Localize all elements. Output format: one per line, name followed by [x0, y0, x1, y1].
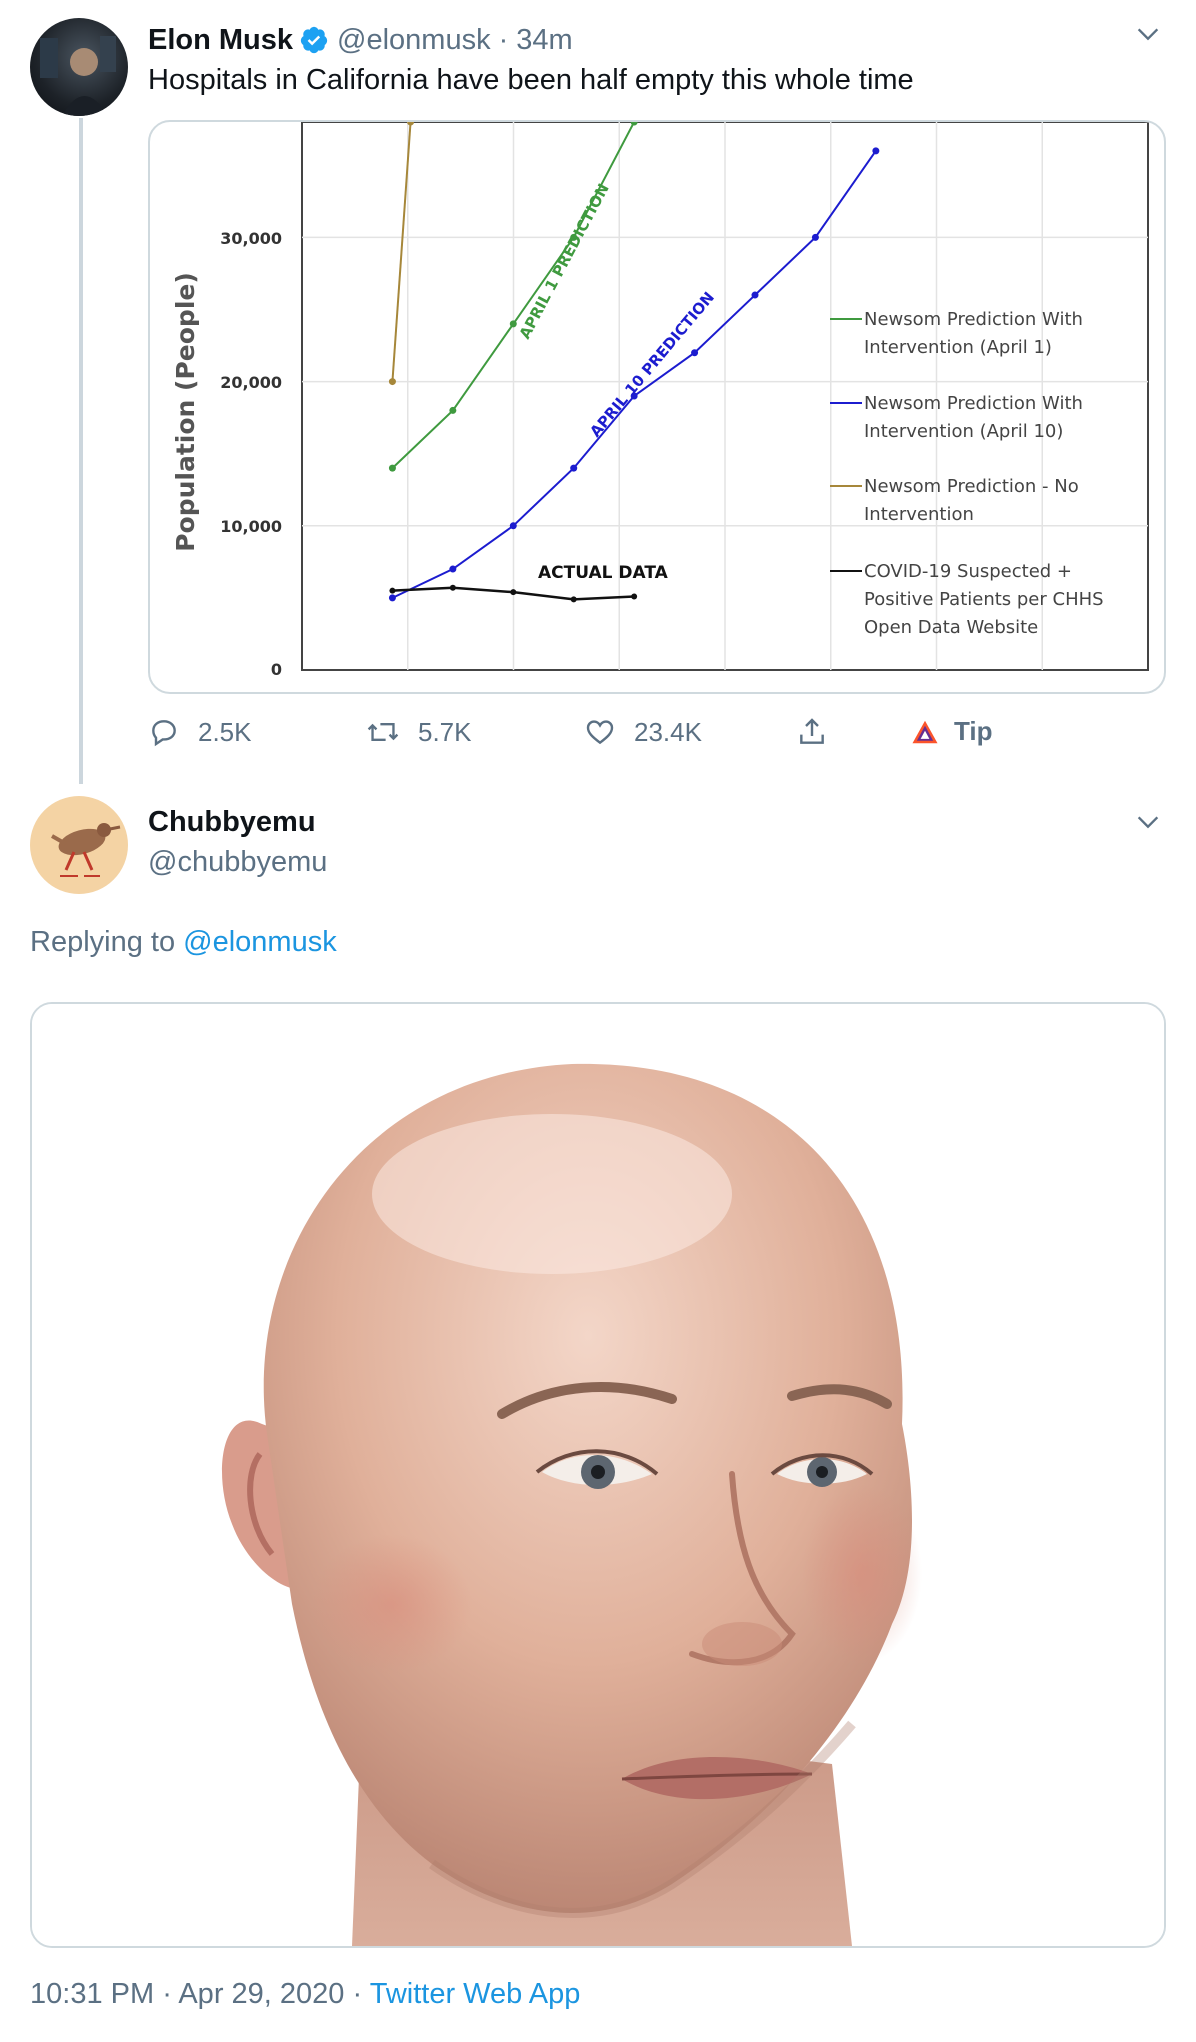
face-render-image [32, 1004, 1164, 1946]
thread-connector-line [79, 118, 83, 784]
data-point-actual [510, 589, 517, 596]
y-tick-labels: 0 10,000 20,000 30,000 [220, 229, 282, 679]
data-point-april10 [691, 349, 699, 357]
reply-button[interactable]: 2.5K [148, 716, 252, 748]
data-point-april10 [751, 291, 759, 299]
y-axis-label: Population (People) [171, 272, 200, 552]
data-point-actual [570, 596, 577, 603]
verified-badge-icon [299, 25, 329, 55]
tip-button[interactable]: Tip [910, 716, 993, 747]
data-point-april10 [449, 565, 457, 573]
like-button[interactable]: 23.4K [584, 716, 702, 748]
avatar-image [40, 36, 116, 116]
data-point-april1 [509, 320, 517, 328]
reply-author-handle[interactable]: @chubbyemu [148, 846, 327, 879]
tweet-footer: 10:31 PM · Apr 29, 2020 · Twitter Web Ap… [30, 1978, 580, 2011]
retweet-button[interactable]: 5.7K [366, 716, 472, 748]
footer-date[interactable]: Apr 29, 2020 [178, 1978, 344, 2010]
avatar-elonmusk[interactable] [30, 18, 128, 116]
data-point-april10 [872, 147, 880, 155]
replying-to: Replying to @elonmusk [30, 926, 337, 959]
tweet-media-chart[interactable]: 0 10,000 20,000 30,000 Population (Peopl… [148, 120, 1166, 694]
reply-count: 2.5K [198, 716, 252, 747]
data-point-actual [631, 593, 638, 600]
tweet-header: Elon Musk @elonmusk · 34m [148, 22, 573, 58]
chevron-down-icon[interactable] [1134, 20, 1162, 48]
footer-dot: · [352, 1978, 363, 2010]
author-name[interactable]: Elon Musk [148, 24, 293, 57]
data-point-april1 [449, 406, 457, 414]
replying-to-prefix: Replying to [30, 926, 176, 958]
like-count: 23.4K [634, 716, 702, 747]
data-point-april10 [811, 233, 819, 241]
share-button[interactable] [796, 716, 846, 748]
tweet-text: Hospitals in California have been half e… [148, 64, 914, 96]
tweet-timestamp[interactable]: 34m [516, 24, 572, 57]
data-point-april10 [570, 464, 578, 472]
footer-time[interactable]: 10:31 PM [30, 1978, 154, 2010]
tip-label: Tip [954, 716, 993, 746]
data-point-april1 [388, 464, 396, 472]
data-point-april10 [509, 522, 517, 530]
y-tick-label: 0 [271, 660, 282, 679]
reply-author-name[interactable]: Chubbyemu [148, 806, 316, 839]
share-icon [800, 718, 824, 744]
chevron-down-icon[interactable] [1134, 808, 1162, 836]
chart-svg: 0 10,000 20,000 30,000 Population (Peopl… [171, 122, 1149, 679]
retweet-count: 5.7K [418, 716, 472, 747]
annotation-actual: ACTUAL DATA [538, 563, 669, 583]
data-point-actual [449, 584, 456, 591]
retweet-icon [367, 722, 399, 742]
header-separator: · [498, 23, 509, 56]
y-tick-label: 10,000 [220, 517, 282, 536]
avatar-image [51, 823, 121, 877]
data-point-actual [389, 587, 396, 594]
heart-icon [586, 720, 614, 745]
data-point-no-intervention [388, 378, 396, 386]
y-tick-label: 30,000 [220, 229, 282, 248]
tip-icon [912, 720, 938, 743]
replying-to-link[interactable]: @elonmusk [183, 926, 337, 958]
data-point-april10 [388, 594, 396, 602]
reply-media-image[interactable] [30, 1002, 1166, 1948]
author-handle[interactable]: @elonmusk [337, 24, 491, 57]
footer-source-link[interactable]: Twitter Web App [370, 1978, 581, 2010]
footer-dot: · [162, 1978, 172, 2010]
reply-icon [152, 720, 176, 747]
avatar-chubbyemu[interactable] [30, 796, 128, 894]
y-tick-label: 20,000 [220, 373, 282, 392]
